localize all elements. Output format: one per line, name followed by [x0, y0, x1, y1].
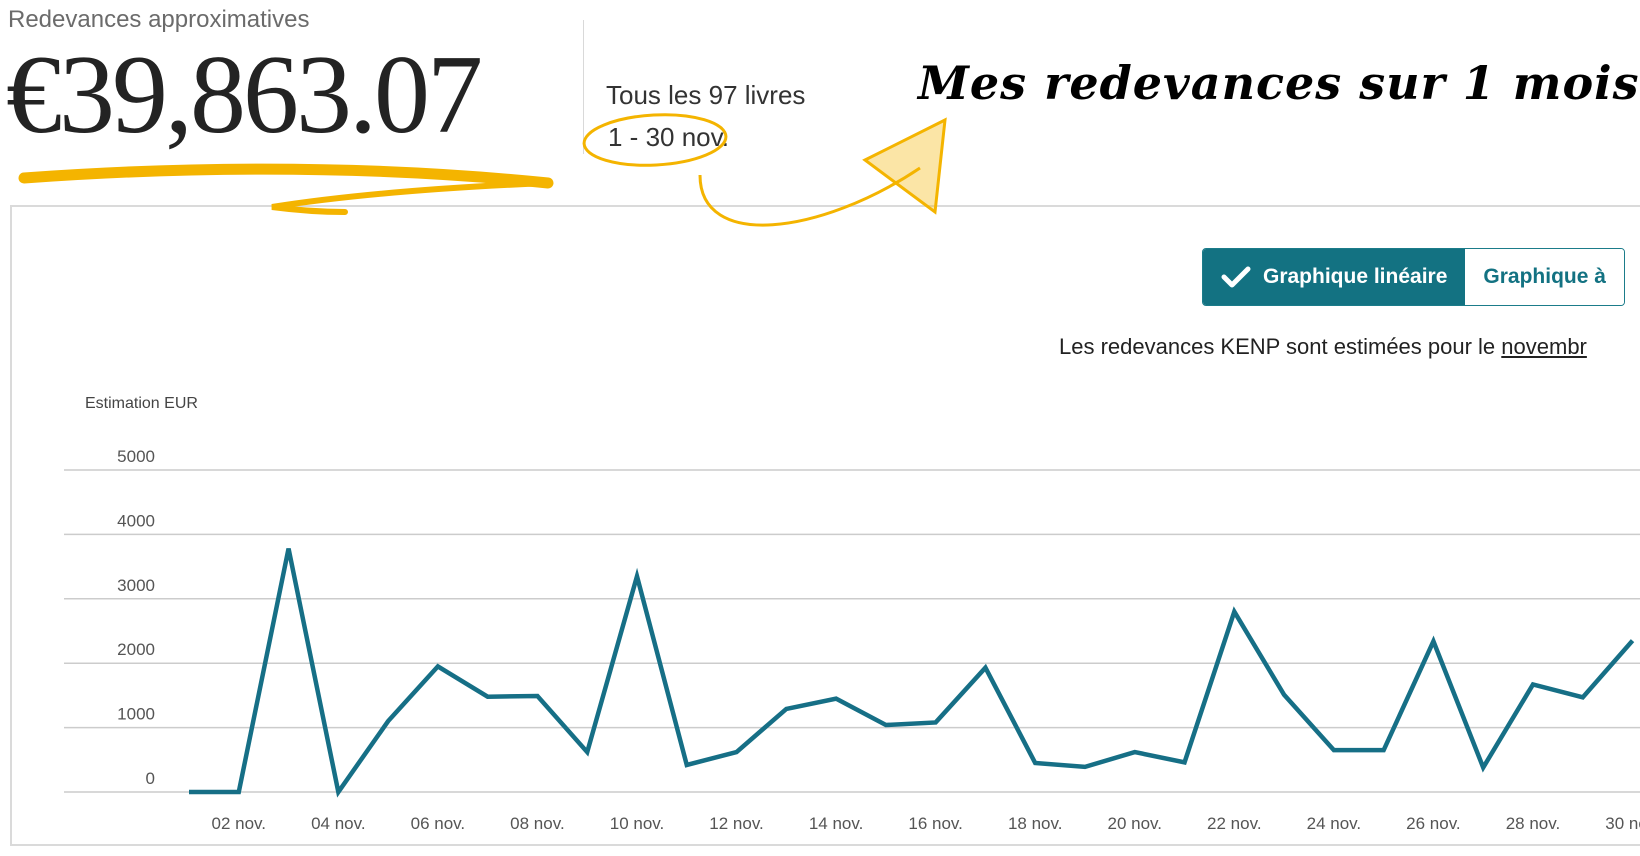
data-point[interactable]	[933, 719, 939, 725]
data-point[interactable]	[1281, 692, 1287, 698]
data-point[interactable]	[1082, 764, 1088, 770]
x-tick-label: 30 nov.	[1605, 814, 1640, 833]
annotation-text: Mes redevances sur 1 mois	[918, 56, 1640, 110]
x-tick-label: 06 nov.	[411, 814, 466, 833]
royalties-line-chart: Estimation EUR 0 1000 2000 3000 4000 5000 02 no…	[64, 395, 1640, 833]
data-point[interactable]	[485, 694, 491, 700]
data-point[interactable]	[1132, 749, 1138, 755]
x-tick-label: 22 nov.	[1207, 814, 1262, 833]
y-tick-label: 5000	[117, 447, 155, 466]
data-point[interactable]	[236, 789, 242, 795]
data-point[interactable]	[833, 696, 839, 702]
data-point[interactable]	[734, 749, 740, 755]
data-point[interactable]	[1430, 638, 1436, 644]
data-point[interactable]	[634, 573, 640, 579]
data-point[interactable]	[1580, 694, 1586, 700]
data-point[interactable]	[1530, 681, 1536, 687]
x-tick-label: 10 nov.	[610, 814, 665, 833]
royalties-dashboard: Redevances approximatives €39,863.07 Tou…	[0, 0, 1640, 856]
x-tick-label: 14 nov.	[809, 814, 864, 833]
data-point[interactable]	[1630, 638, 1636, 644]
y-tick-label: 2000	[117, 640, 155, 659]
data-point[interactable]	[684, 762, 690, 768]
data-point[interactable]	[186, 789, 192, 795]
x-tick-label: 18 nov.	[1008, 814, 1063, 833]
x-tick-label: 20 nov.	[1108, 814, 1163, 833]
x-tick-label: 16 nov.	[908, 814, 963, 833]
y-tick-label: 0	[146, 769, 155, 788]
data-point[interactable]	[1231, 609, 1237, 615]
data-point[interactable]	[883, 722, 889, 728]
data-point[interactable]	[982, 665, 988, 671]
data-point[interactable]	[1032, 760, 1038, 766]
y-tick-label: 4000	[117, 511, 155, 530]
data-point[interactable]	[335, 789, 341, 795]
x-tick-label: 04 nov.	[311, 814, 366, 833]
y-tick-label: 3000	[117, 576, 155, 595]
data-point[interactable]	[1381, 747, 1387, 753]
x-tick-label: 28 nov.	[1506, 814, 1561, 833]
x-tick-label: 02 nov.	[212, 814, 267, 833]
data-point[interactable]	[385, 718, 391, 724]
y-axis-title: Estimation EUR	[85, 395, 198, 412]
royalties-series-line	[189, 548, 1635, 798]
x-tick-label: 26 nov.	[1406, 814, 1461, 833]
data-point[interactable]	[1480, 765, 1486, 771]
y-tick-label: 1000	[117, 705, 155, 724]
x-tick-label: 24 nov.	[1307, 814, 1362, 833]
data-point[interactable]	[584, 749, 590, 755]
data-point[interactable]	[534, 693, 540, 699]
data-point[interactable]	[1182, 759, 1188, 765]
data-point[interactable]	[1331, 747, 1337, 753]
data-point[interactable]	[783, 706, 789, 712]
x-tick-label: 08 nov.	[510, 814, 565, 833]
data-point[interactable]	[286, 546, 292, 552]
x-tick-label: 12 nov.	[709, 814, 764, 833]
data-point[interactable]	[435, 663, 441, 669]
